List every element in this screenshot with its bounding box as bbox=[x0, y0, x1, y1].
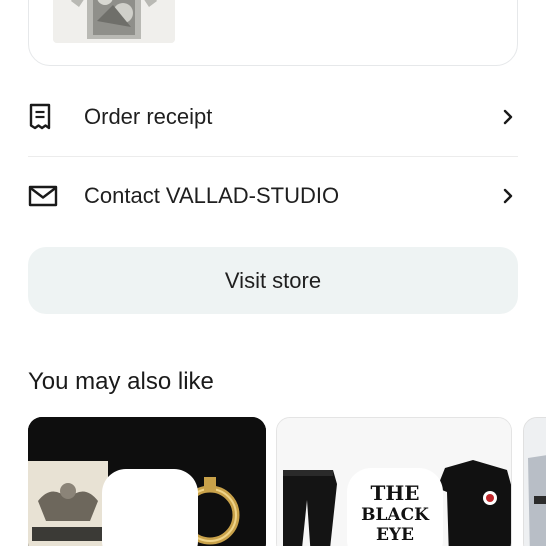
recommendations-title: You may also like bbox=[28, 368, 214, 395]
order-item-thumbnail bbox=[53, 0, 175, 43]
chevron-right-icon bbox=[498, 107, 518, 127]
svg-text:EYE: EYE bbox=[376, 525, 414, 545]
svg-text:THE: THE bbox=[370, 481, 419, 505]
sweater-image bbox=[53, 0, 175, 43]
contact-shop-row[interactable]: Contact VALLAD-STUDIO bbox=[28, 157, 518, 235]
mail-icon bbox=[28, 179, 62, 213]
apparel-product-image bbox=[524, 418, 546, 546]
product-image-overlay: THE BLACK EYE PATCH bbox=[347, 468, 443, 546]
visit-store-button[interactable]: Visit store bbox=[28, 247, 518, 314]
chevron-right-icon bbox=[498, 186, 518, 206]
recommended-product-card[interactable] bbox=[28, 417, 266, 546]
order-receipt-label: Order receipt bbox=[84, 104, 213, 129]
receipt-icon bbox=[28, 100, 62, 134]
recommended-product-card[interactable]: THE BLACK EYE PATCH bbox=[276, 417, 512, 546]
black-eye-patch-logo: THE BLACK EYE PATCH bbox=[361, 481, 430, 546]
product-image-overlay bbox=[102, 469, 198, 546]
order-receipt-row[interactable]: Order receipt bbox=[28, 78, 518, 156]
recommended-product-card[interactable] bbox=[523, 417, 546, 546]
contact-shop-label: Contact VALLAD-STUDIO bbox=[84, 183, 340, 208]
svg-text:BLACK: BLACK bbox=[361, 505, 430, 525]
order-item-card[interactable] bbox=[28, 0, 518, 66]
